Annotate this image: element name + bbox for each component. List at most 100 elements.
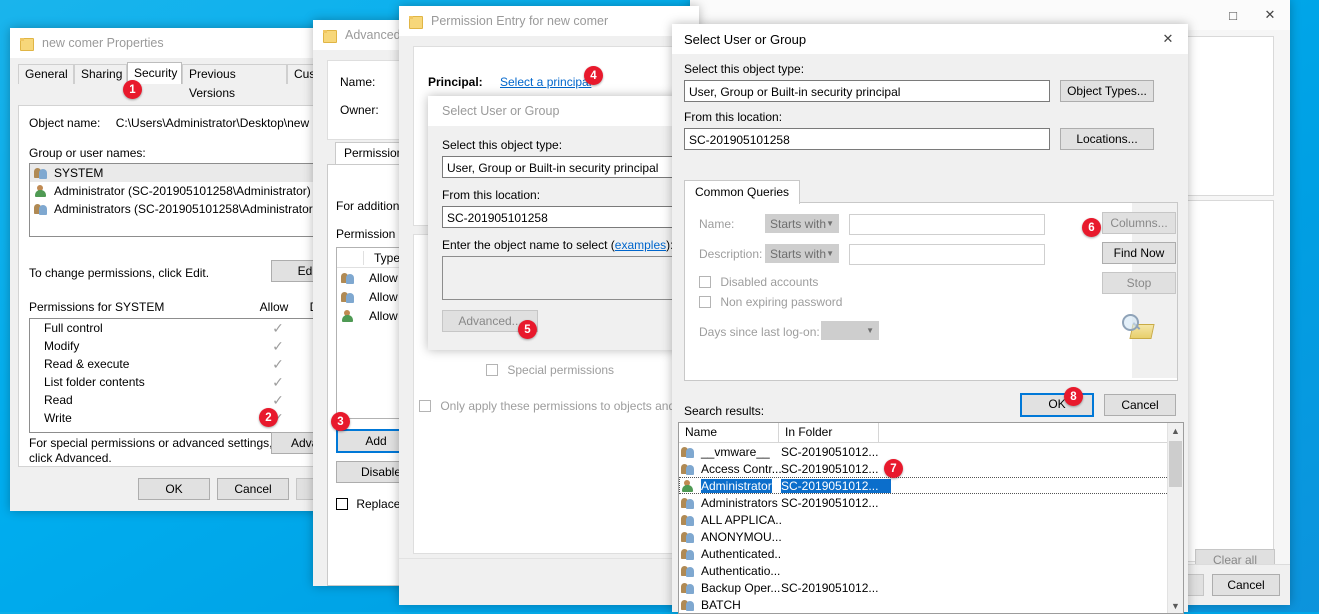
permission-allow: ✓ (272, 391, 284, 408)
table-row[interactable]: ALL APPLICA... (679, 511, 1183, 528)
name-query-input[interactable] (849, 214, 1045, 235)
non-expiring-password-checkbox[interactable] (699, 296, 711, 308)
table-row[interactable]: Authenticatio... (679, 562, 1183, 579)
result-folder: SC-2019051012... (781, 461, 879, 476)
table-row[interactable]: BATCH (679, 596, 1183, 613)
for-additional-label: For addition (336, 199, 400, 213)
name-operator-select[interactable]: Starts with ▼ (765, 214, 839, 233)
administrator-row[interactable]: Administrator SC-2019051012... (679, 477, 1183, 494)
badge-7: 7 (884, 459, 903, 478)
only-apply-row[interactable]: Only apply these permissions to objects … (419, 399, 684, 413)
table-row[interactable]: __vmware__ SC-2019051012... (679, 443, 1183, 460)
col-type: Type (363, 250, 400, 265)
result-folder: SC-2019051012... (781, 580, 879, 595)
replace-all-checkbox[interactable] (336, 498, 348, 510)
permission-entry-footer (399, 558, 699, 605)
table-row[interactable]: Read & execute ✓ (30, 355, 330, 373)
close-icon[interactable]: ✕ (1148, 24, 1188, 54)
table-row[interactable]: Full control ✓ (30, 319, 330, 337)
list-item[interactable]: Administrator (SC-201905101258\Administr… (30, 182, 330, 200)
permission-name: Modify (44, 339, 80, 353)
disabled-accounts-checkbox[interactable] (699, 276, 711, 288)
description-query-input[interactable] (849, 244, 1045, 265)
enter-name-text: Enter the object name to select ( (442, 238, 615, 252)
non-expiring-password-row[interactable]: Non expiring password (699, 295, 842, 309)
group-or-user-names-label: Group or user names: (29, 146, 146, 160)
maximize-icon[interactable]: □ (1216, 0, 1250, 30)
folder-icon (409, 15, 423, 29)
permissions-for-label: Permissions for SYSTEM (29, 300, 165, 314)
examples-link[interactable]: examples (615, 238, 666, 252)
table-row[interactable]: Read ✓ (30, 391, 330, 409)
permission-entries-label: Permission (336, 227, 396, 241)
special-permissions-row[interactable]: Special permissions (486, 363, 614, 377)
special-permissions-label: Special permissions (507, 363, 615, 377)
table-row[interactable]: Write ✓ (30, 409, 330, 427)
description-operator-value: Starts with (770, 246, 827, 261)
search-results-list[interactable]: Name In Folder __vmware__ SC-2019051012.… (678, 422, 1184, 614)
scrollbar-thumb[interactable] (1169, 441, 1182, 487)
select-principal-link[interactable]: Select a principal (500, 75, 591, 89)
table-row[interactable]: Modify ✓ (30, 337, 330, 355)
list-item[interactable]: Administrators (SC-201905101258\Administ… (30, 200, 330, 218)
magnifier-icon (1120, 312, 1154, 340)
badge-8: 8 (1064, 387, 1083, 406)
group-user-list[interactable]: SYSTEM Administrator (SC-201905101258\Ad… (29, 163, 331, 237)
table-row[interactable]: Backup Oper... SC-2019051012... (679, 579, 1183, 596)
chevron-down-icon: ▼ (826, 219, 834, 228)
queries-left: Name: Starts with ▼ Description: Starts … (685, 203, 1130, 378)
result-name: ANONYMOU... (701, 529, 781, 544)
search-results-label: Search results: (684, 404, 765, 418)
entry-type: Allow (369, 289, 398, 304)
result-name: Access Contr... (701, 461, 781, 476)
results-scrollbar[interactable]: ▲ ▼ (1167, 423, 1183, 613)
columns-button[interactable]: Columns... (1102, 212, 1176, 234)
cancel-button[interactable]: Cancel (1104, 394, 1176, 416)
permissions-table[interactable]: Full control ✓ Modify ✓ Read & execute ✓… (29, 318, 331, 433)
special-permissions-checkbox[interactable] (486, 364, 498, 376)
select-user-or-group-window[interactable]: Select User or Group ✕ Select this objec… (672, 24, 1188, 614)
disabled-accounts-row[interactable]: Disabled accounts (699, 275, 818, 289)
permission-allow: ✓ (272, 337, 284, 354)
properties-footer: OK Cancel (10, 467, 368, 511)
properties-tabstrip[interactable]: General Sharing Security Previous Versio… (18, 62, 347, 100)
background-window-buttons: □ ✕ (1216, 0, 1290, 30)
non-expiring-password-label: Non expiring password (720, 295, 843, 309)
only-apply-checkbox[interactable] (419, 400, 431, 412)
tab-previous-versions[interactable]: Previous Versions (182, 64, 287, 100)
users-icon (341, 290, 357, 304)
list-item[interactable]: SYSTEM (30, 164, 330, 182)
name-operator-value: Starts with (770, 216, 827, 231)
scroll-up-icon[interactable]: ▲ (1168, 423, 1183, 438)
background-cancel-button[interactable]: Cancel (1212, 574, 1280, 596)
user-icon (681, 479, 697, 493)
location-field[interactable]: SC-201905101258 (684, 128, 1050, 150)
cancel-button[interactable]: Cancel (217, 478, 289, 500)
permission-allow: ✓ (272, 373, 284, 390)
object-types-button[interactable]: Object Types... (1060, 80, 1154, 102)
users-icon (34, 202, 50, 216)
close-icon[interactable]: ✕ (1250, 0, 1290, 30)
days-since-logon-select[interactable]: ▼ (821, 321, 879, 340)
find-now-button[interactable]: Find Now (1102, 242, 1176, 264)
users-icon (341, 271, 357, 285)
object-type-field[interactable]: User, Group or Built-in security princip… (684, 80, 1050, 102)
stop-button[interactable]: Stop (1102, 272, 1176, 294)
table-row[interactable]: Authenticated... (679, 545, 1183, 562)
table-row[interactable]: ANONYMOU... (679, 528, 1183, 545)
ok-button[interactable]: OK (138, 478, 210, 500)
table-row[interactable]: Administrators SC-2019051012... (679, 494, 1183, 511)
result-name: Administrator (701, 478, 772, 493)
locations-button[interactable]: Locations... (1060, 128, 1154, 150)
table-row[interactable]: List folder contents ✓ (30, 373, 330, 391)
description-operator-select[interactable]: Starts with ▼ (765, 244, 839, 263)
users-icon (681, 513, 697, 527)
tab-sharing[interactable]: Sharing (74, 64, 127, 84)
location-label: From this location: (684, 110, 783, 124)
tab-general[interactable]: General (18, 64, 74, 84)
scroll-down-icon[interactable]: ▼ (1168, 598, 1183, 613)
permission-entry-title: Permission Entry for new comer (431, 14, 609, 28)
tab-common-queries[interactable]: Common Queries (684, 180, 801, 204)
table-row[interactable]: Access Contr... SC-2019051012... (679, 460, 1183, 477)
properties-window[interactable]: new comer Properties General Sharing Sec… (10, 28, 368, 511)
